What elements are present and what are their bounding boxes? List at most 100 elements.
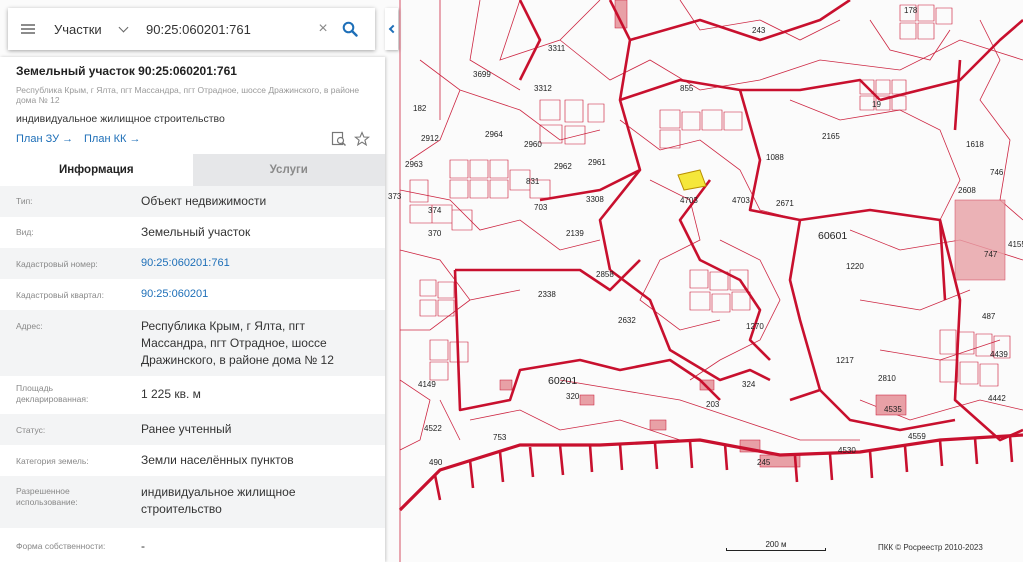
info-label: Тип: <box>16 196 33 206</box>
search-type-label: Участки <box>54 21 102 37</box>
parcel-label: 4530 <box>838 446 856 455</box>
parcel-label: 2858 <box>596 270 614 279</box>
info-label: Вид: <box>16 227 34 237</box>
collapse-panel-button[interactable] <box>385 8 398 50</box>
favorite-button[interactable] <box>353 131 371 147</box>
zoom-to-object-button[interactable] <box>331 131 347 147</box>
parcel-label: 2960 <box>524 140 542 149</box>
parcel-label: 4559 <box>908 432 926 441</box>
map-scale: 200 м <box>726 540 826 552</box>
info-label: Статус: <box>16 425 46 435</box>
info-value: Ранее учтенный <box>141 422 232 436</box>
parcel-label: 487 <box>982 312 996 321</box>
info-row-status: Статус: Ранее учтенный <box>0 414 385 445</box>
info-row-address: Адрес: Республика Крым, г Ялта, пгт Масс… <box>0 310 385 376</box>
parcel-label: 2964 <box>485 130 503 139</box>
search-input[interactable] <box>142 21 312 37</box>
parcel-label: 490 <box>429 458 443 467</box>
parcel-title: Земельный участок 90:25:060201:761 <box>16 64 237 78</box>
parcel-label: 1217 <box>836 356 854 365</box>
parcel-label: 2632 <box>618 316 636 325</box>
parcel-label: 4522 <box>424 424 442 433</box>
close-icon: × <box>318 20 328 37</box>
parcel-label: 3699 <box>473 70 491 79</box>
arrow-right-icon: → <box>129 133 141 145</box>
parcel-label: 324 <box>742 380 756 389</box>
arrow-right-icon: → <box>62 133 74 145</box>
scale-line <box>726 548 826 551</box>
parcel-label: 178 <box>904 6 918 15</box>
parcel-label: 374 <box>428 206 442 215</box>
parcel-label: 2912 <box>421 134 439 143</box>
parcel-label: 19 <box>872 100 881 109</box>
info-value: Республика Крым, г Ялта, пгт Массандра, … <box>141 319 334 367</box>
info-row-land-category: Категория земель: Земли населённых пункт… <box>0 445 385 476</box>
parcel-label: 3312 <box>534 84 552 93</box>
menu-button[interactable] <box>8 8 48 50</box>
hamburger-icon <box>21 24 35 34</box>
info-row-area: Площадь декларированная: 1 225 кв. м <box>0 376 385 414</box>
info-value: Земли населённых пунктов <box>141 453 294 467</box>
info-row-cadastral-quarter: Кадастровый квартал: 90:25:060201 <box>0 279 385 310</box>
parcel-label: 1220 <box>846 262 864 271</box>
info-row-cadastral-number: Кадастровый номер: 90:25:060201:761 <box>0 248 385 279</box>
parcel-label: 245 <box>757 458 771 467</box>
parcel-label: 182 <box>413 104 427 113</box>
parcel-label: 4155 <box>1008 240 1023 249</box>
search-type-select[interactable]: Участки <box>48 22 142 37</box>
cadastral-quarter-link[interactable]: 90:25:060201 <box>141 286 371 303</box>
parcel-address: Республика Крым, г Ялта, пгт Массандра, … <box>16 85 360 105</box>
parcel-label: 703 <box>534 203 548 212</box>
parcel-label: 753 <box>493 433 507 442</box>
info-value: Объект недвижимости <box>141 194 267 208</box>
panel-tabs: Информация Услуги <box>0 154 385 186</box>
search-bar: Участки × <box>8 8 375 50</box>
parcel-label: 2139 <box>566 229 584 238</box>
parcel-label: 831 <box>526 177 540 186</box>
clear-search-button[interactable]: × <box>312 8 334 50</box>
plan-kk-label: План КК <box>84 133 127 145</box>
parcel-label: 4149 <box>418 380 436 389</box>
info-label: Категория земель: <box>16 456 89 466</box>
info-row-ownership: Форма собственности: - <box>0 528 385 562</box>
parcel-label: 4703 <box>680 196 698 205</box>
search-button[interactable] <box>334 8 366 50</box>
info-value: индивидуальное жилищное строительство <box>141 485 296 516</box>
parcel-label: 4439 <box>990 350 1008 359</box>
plan-zu-link[interactable]: План ЗУ → <box>16 133 73 145</box>
info-row-permitted-use: Разрешенное использование: индивидуально… <box>0 476 385 528</box>
parcel-label: 2338 <box>538 290 556 299</box>
parcel-label: 1270 <box>746 322 764 331</box>
parcel-label: 2961 <box>588 158 606 167</box>
parcel-usage: индивидуальное жилищное строительство <box>16 113 225 125</box>
quarter-label: 60201 <box>548 375 578 387</box>
info-panel: Земельный участок 90:25:060201:761 Респу… <box>0 57 385 562</box>
parcel-label: 4442 <box>988 394 1006 403</box>
info-label: Кадастровый квартал: <box>16 290 104 300</box>
info-row-kind: Вид: Земельный участок <box>0 217 385 248</box>
info-value: - <box>141 539 145 553</box>
map-attribution: ПКК © Росреестр 2010-2023 <box>878 543 983 552</box>
parcel-label: 373 <box>388 192 402 201</box>
parcel-label: 2810 <box>878 374 896 383</box>
plan-zu-label: План ЗУ <box>16 133 60 145</box>
search-icon <box>342 21 358 37</box>
tab-services[interactable]: Услуги <box>192 154 385 186</box>
info-value: 1 225 кв. м <box>141 387 201 401</box>
parcel-label: 746 <box>990 168 1004 177</box>
parcel-label: 3311 <box>548 44 566 53</box>
cadastral-number-link[interactable]: 90:25:060201:761 <box>141 255 371 272</box>
tab-information[interactable]: Информация <box>0 154 193 186</box>
parcel-label: 855 <box>680 84 694 93</box>
info-label: Площадь декларированная: <box>16 383 89 404</box>
parcel-label: 2165 <box>822 132 840 141</box>
chevron-left-icon <box>388 24 398 34</box>
parcel-label: 320 <box>566 392 580 401</box>
info-label: Разрешенное использование: <box>16 486 78 507</box>
info-value: Земельный участок <box>141 225 251 239</box>
parcel-label: 1088 <box>766 153 784 162</box>
parcel-label: 2608 <box>958 186 976 195</box>
parcel-label: 2963 <box>405 160 423 169</box>
plan-kk-link[interactable]: План КК → <box>84 133 140 145</box>
quarter-label: 60601 <box>818 230 848 242</box>
